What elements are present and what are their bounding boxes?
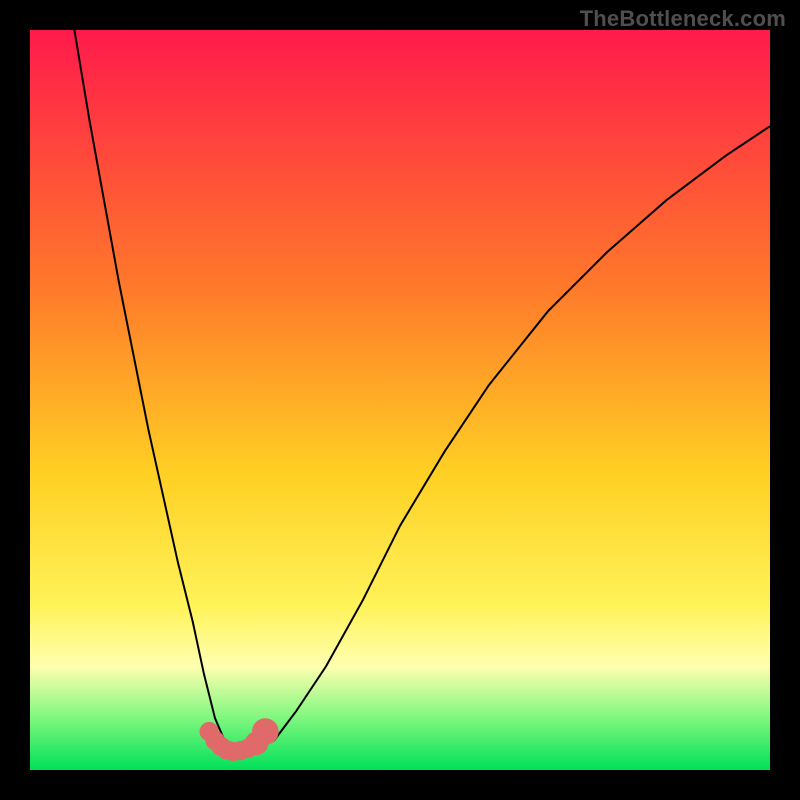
- bottleneck-chart: [30, 30, 770, 770]
- plot-area: [30, 30, 770, 770]
- chart-frame: TheBottleneck.com: [0, 0, 800, 800]
- watermark-text: TheBottleneck.com: [580, 6, 786, 32]
- gradient-background: [30, 30, 770, 770]
- highlight-marker: [252, 718, 279, 745]
